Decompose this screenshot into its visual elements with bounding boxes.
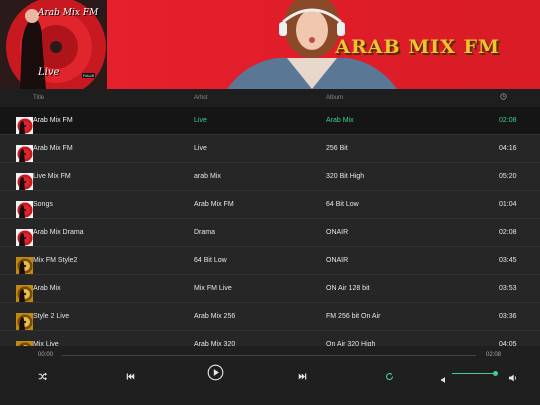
track-duration: 01:04 bbox=[499, 201, 517, 208]
repeat-button[interactable] bbox=[385, 368, 394, 386]
track-thumbnail bbox=[16, 229, 33, 246]
album-cover: Arab Mix FM Live RAUB bbox=[0, 0, 107, 89]
track-thumbnail bbox=[16, 173, 33, 190]
track-list: Arab Mix FM Live Arab Mix 02:08 Arab Mix… bbox=[0, 107, 540, 359]
track-duration: 05:20 bbox=[499, 173, 517, 180]
cover-subtitle: Live bbox=[38, 67, 60, 78]
track-duration: 03:45 bbox=[499, 257, 517, 264]
banner-title: ARAB MIX FM bbox=[335, 36, 500, 58]
track-artist: Drama bbox=[194, 229, 216, 236]
banner: ARAB MIX FM bbox=[107, 0, 540, 89]
track-row[interactable]: Live Mix FM arab Mix 320 Bit High 05:20 bbox=[0, 163, 540, 191]
skip-previous-icon bbox=[126, 373, 135, 380]
track-row[interactable]: Arab Mix FM Live Arab Mix 02:08 bbox=[0, 107, 540, 135]
seek-bar[interactable] bbox=[62, 355, 476, 356]
track-thumbnail bbox=[16, 201, 33, 218]
track-list-header: Title Artist Album bbox=[0, 89, 540, 107]
track-title: Arab Mix bbox=[33, 285, 61, 292]
track-title: Arab Mix FM bbox=[33, 145, 73, 152]
track-thumbnail bbox=[16, 117, 33, 134]
shuffle-button[interactable] bbox=[38, 368, 47, 386]
play-icon bbox=[207, 364, 224, 381]
previous-button[interactable] bbox=[126, 368, 135, 386]
track-artist: Arab Mix FM bbox=[194, 201, 234, 208]
clock-icon bbox=[500, 93, 507, 100]
track-artist: arab Mix bbox=[194, 173, 221, 180]
volume-slider[interactable] bbox=[452, 373, 496, 374]
track-row[interactable]: Mix FM Style2 64 Bit Low ONAIR 03:45 bbox=[0, 247, 540, 275]
track-title: Mix FM Style2 bbox=[33, 257, 78, 264]
track-thumbnail bbox=[16, 145, 33, 162]
track-row[interactable]: Arab Mix FM Live 256 Bit 04:16 bbox=[0, 135, 540, 163]
cover-badge: RAUB bbox=[82, 73, 96, 78]
total-time: 02:08 bbox=[486, 352, 502, 358]
column-duration-clock-icon[interactable] bbox=[500, 93, 507, 102]
track-thumbnail bbox=[16, 313, 33, 330]
track-duration: 02:08 bbox=[499, 229, 517, 236]
column-title[interactable]: Title bbox=[33, 95, 44, 101]
track-album: 64 Bit Low bbox=[326, 201, 359, 208]
track-duration: 03:53 bbox=[499, 285, 517, 292]
shuffle-icon bbox=[38, 372, 47, 381]
volume-slider-handle[interactable] bbox=[493, 371, 498, 376]
track-duration: 02:08 bbox=[499, 117, 517, 124]
track-row[interactable]: Arab Mix Drama Drama ONAIR 02:08 bbox=[0, 219, 540, 247]
track-row[interactable]: Style 2 Live Arab Mix 256 FM 256 bit On … bbox=[0, 303, 540, 331]
track-artist: Mix FM Live bbox=[194, 285, 232, 292]
track-title: Live Mix FM bbox=[33, 173, 71, 180]
track-album: Arab Mix bbox=[326, 117, 354, 124]
track-title: Arab Mix Drama bbox=[33, 229, 84, 236]
track-duration: 04:16 bbox=[499, 145, 517, 152]
track-title: Style 2 Live bbox=[33, 313, 70, 320]
track-title: Arab Mix FM bbox=[33, 117, 73, 124]
repeat-icon bbox=[386, 372, 394, 381]
column-album[interactable]: Album bbox=[326, 95, 343, 101]
track-artist: Live bbox=[194, 117, 207, 124]
play-button[interactable] bbox=[207, 364, 224, 386]
track-thumbnail bbox=[16, 257, 33, 274]
current-time: 00:00 bbox=[38, 352, 54, 358]
track-album: ONAIR bbox=[326, 229, 349, 236]
track-title: Songs bbox=[33, 201, 53, 208]
cover-title: Arab Mix FM bbox=[38, 8, 99, 18]
track-artist: 64 Bit Low bbox=[194, 257, 227, 264]
skip-next-icon bbox=[298, 373, 307, 380]
track-duration: 03:36 bbox=[499, 313, 517, 320]
next-button[interactable] bbox=[298, 368, 307, 386]
track-album: ONAIR bbox=[326, 257, 349, 264]
track-artist: Live bbox=[194, 145, 207, 152]
track-row[interactable]: Songs Arab Mix FM 64 Bit Low 01:04 bbox=[0, 191, 540, 219]
track-album: 256 Bit bbox=[326, 145, 348, 152]
player-bar: 00:00 02:08 bbox=[0, 346, 540, 405]
track-artist: Arab Mix 256 bbox=[194, 313, 236, 320]
track-thumbnail bbox=[16, 285, 33, 302]
volume-down-icon[interactable] bbox=[441, 370, 446, 388]
track-row[interactable]: Arab Mix Mix FM Live ON Air 128 bit 03:5… bbox=[0, 275, 540, 303]
volume-up-icon[interactable] bbox=[509, 369, 517, 387]
column-artist[interactable]: Artist bbox=[194, 95, 208, 101]
track-album: ON Air 128 bit bbox=[326, 285, 370, 292]
track-album: 320 Bit High bbox=[326, 173, 365, 180]
header-banner: Arab Mix FM Live RAUB ARAB MIX FM bbox=[0, 0, 540, 89]
track-album: FM 256 bit On Air bbox=[326, 313, 381, 320]
